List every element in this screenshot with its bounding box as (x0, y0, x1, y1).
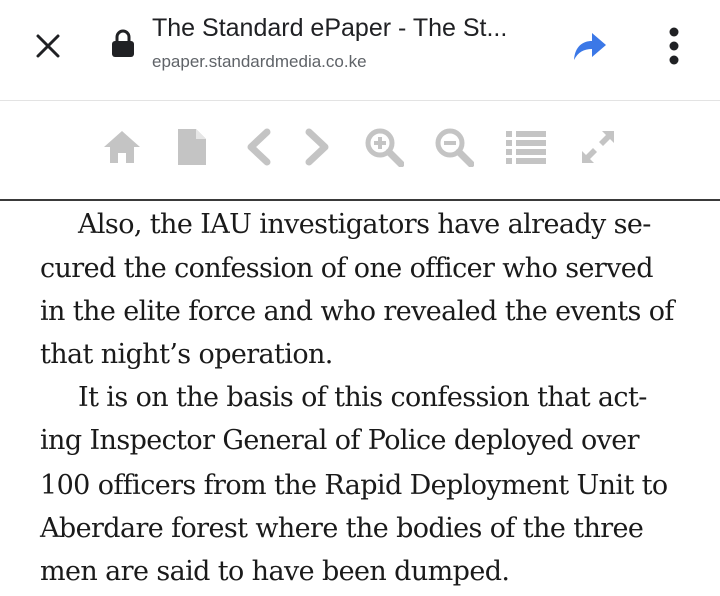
share-icon (574, 33, 606, 60)
epaper-toolbar (0, 101, 720, 201)
fullscreen-button[interactable] (576, 125, 620, 169)
share-button[interactable] (568, 26, 610, 66)
article-line: It is on the basis of this confession th… (78, 382, 647, 413)
article-line: cured the confession of one officer who … (40, 253, 653, 284)
page-title: The Standard ePaper - The St... (152, 14, 508, 42)
page-button[interactable] (170, 125, 214, 169)
zoom-in-button[interactable] (362, 125, 406, 169)
next-page-button[interactable] (296, 125, 340, 169)
article-excerpt: Also, the IAU investigators have already… (0, 201, 720, 596)
article-line: Aberdare forest where the bodies of the … (40, 513, 644, 544)
article-line: 100 officers from the Rapid Deployment U… (40, 470, 668, 501)
zoom-out-button[interactable] (432, 125, 476, 169)
list-icon (506, 131, 546, 164)
lock-icon (112, 29, 134, 57)
list-button[interactable] (504, 125, 548, 169)
close-icon (36, 34, 60, 58)
previous-icon (247, 128, 271, 166)
home-button[interactable] (100, 125, 144, 169)
article-line: men are said to have been dumped. (40, 556, 510, 587)
page-url: epaper.standardmedia.co.ke (152, 52, 367, 71)
page-icon (178, 129, 206, 165)
previous-page-button[interactable] (236, 125, 280, 169)
article-line: in the elite force and who revealed the … (40, 296, 674, 327)
zoom-in-icon (365, 128, 404, 167)
page-title-block: The Standard ePaper - The St... epaper.s… (152, 12, 552, 74)
article-line: that night’s operation. (40, 339, 333, 370)
more-vert-icon (669, 27, 679, 65)
article-line: Also, the IAU investigators have already… (78, 209, 651, 240)
fullscreen-icon (582, 131, 614, 163)
zoom-out-icon (435, 128, 474, 167)
next-icon (305, 128, 329, 166)
home-icon (104, 131, 140, 163)
browser-top-bar: The Standard ePaper - The St... epaper.s… (0, 0, 720, 101)
article-line: ing Inspector General of Police deployed… (40, 425, 640, 456)
close-button[interactable] (28, 26, 68, 66)
more-options-button[interactable] (656, 22, 692, 70)
